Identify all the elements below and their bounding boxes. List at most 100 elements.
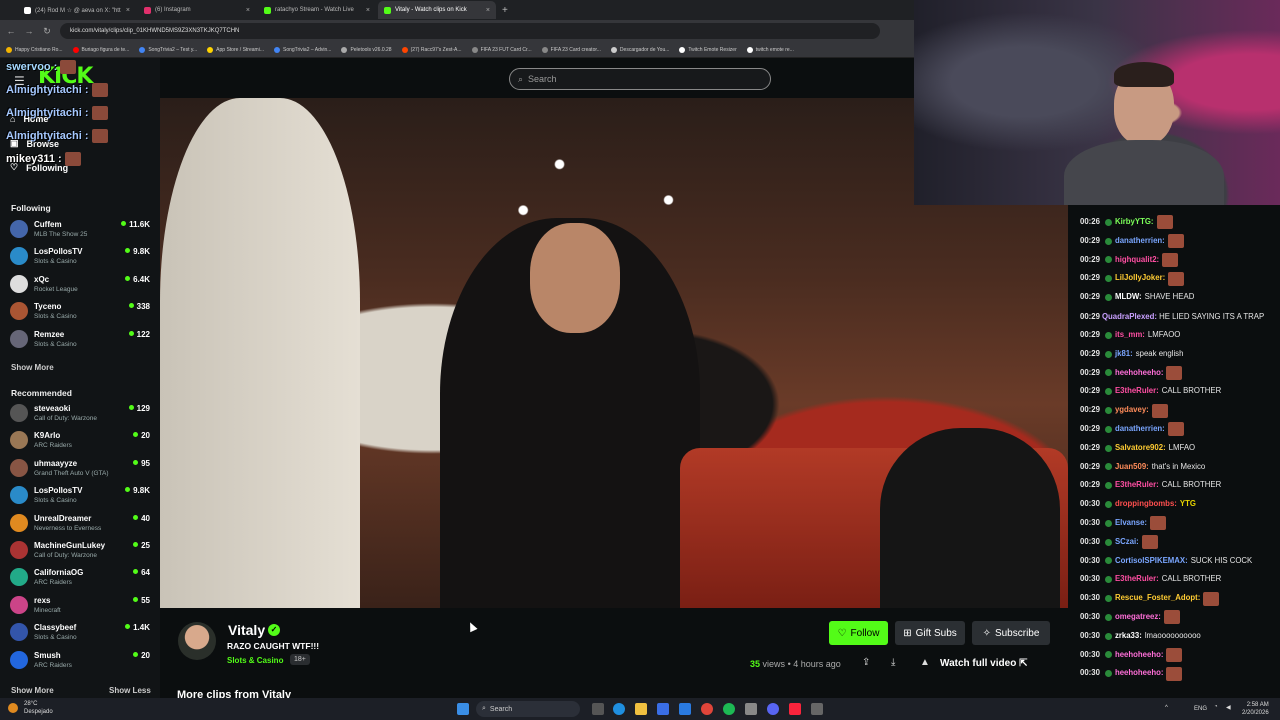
app-icon[interactable]: [745, 703, 757, 715]
tray-chevron-icon[interactable]: ^: [1165, 705, 1168, 711]
gift-subs-button[interactable]: ⊞ Gift Subs: [895, 621, 965, 645]
chat-username[interactable]: zrka33:: [1115, 627, 1142, 646]
sidebar-channel[interactable]: Classybeef Slots & Casino 1.4K: [10, 619, 150, 645]
discord-icon[interactable]: [767, 703, 779, 715]
new-tab-button[interactable]: +: [502, 5, 508, 16]
chat-username[interactable]: heehoheeho:: [1115, 646, 1164, 665]
search-input[interactable]: ⌕ Search: [509, 68, 771, 90]
spotify-icon[interactable]: [723, 703, 735, 715]
bookmark-item[interactable]: Twitch Emote Resizer: [679, 46, 737, 53]
edge-icon[interactable]: [613, 703, 625, 715]
bookmark-item[interactable]: App Store / Streami...: [207, 46, 264, 53]
close-icon[interactable]: ×: [246, 7, 250, 14]
show-more-following[interactable]: Show More: [11, 363, 54, 372]
music-icon[interactable]: [789, 703, 801, 715]
chat-username[interactable]: Juan509:: [1115, 458, 1149, 477]
chat-username[interactable]: MLDW:: [1115, 288, 1142, 307]
sidebar-channel[interactable]: K9Arlo ARC Raiders 20: [10, 427, 150, 453]
bookmark-item[interactable]: Peletools v26.0.28: [341, 46, 392, 53]
bookmark-item[interactable]: (27) Racc97's Zest-A...: [401, 46, 462, 53]
chat-username[interactable]: danatherrien:: [1115, 420, 1165, 439]
sidebar-channel[interactable]: UnrealDreamer Neverness to Everness 40: [10, 510, 150, 536]
bookmark-item[interactable]: Descargador de You...: [610, 46, 669, 53]
bookmark-item[interactable]: Buriago figura de te...: [72, 46, 129, 53]
sidebar-channel[interactable]: MachineGunLukey Call of Duty: Warzone 25: [10, 537, 150, 563]
bookmark-item[interactable]: SongTrivia2 – Advin...: [273, 46, 331, 53]
sidebar-channel[interactable]: rexs Minecraft 55: [10, 592, 150, 618]
chat-username[interactable]: Rescue_Foster_Adopt:: [1115, 589, 1200, 608]
file-explorer-icon[interactable]: [635, 703, 647, 715]
forward-icon[interactable]: →: [24, 26, 34, 36]
sidebar-channel[interactable]: steveaoki Call of Duty: Warzone 129: [10, 400, 150, 426]
chat-username[interactable]: danatherrien:: [1115, 232, 1165, 251]
sidebar-channel[interactable]: Smush ARC Raiders 20: [10, 647, 150, 673]
chat-username[interactable]: Salvatore902:: [1115, 439, 1166, 458]
chat-username[interactable]: heehoheeho:: [1115, 664, 1164, 683]
browser-tab[interactable]: (6) Instagram ×: [138, 1, 256, 19]
bookmark-item[interactable]: twitch emote re...: [746, 46, 794, 53]
chat-username[interactable]: its_mm:: [1115, 326, 1145, 345]
sidebar-channel[interactable]: LosPollosTV Slots & Casino 9.8K: [10, 482, 150, 508]
report-icon[interactable]: ▲: [920, 657, 930, 668]
volume-icon[interactable]: ◀: [1226, 704, 1231, 711]
chat-username[interactable]: heehoheeho:: [1115, 364, 1164, 383]
chat-username[interactable]: E3theRuler:: [1115, 476, 1159, 495]
taskbar-search[interactable]: ⌕ Search: [476, 701, 580, 717]
chat-username[interactable]: CortisolSPIKEMAX:: [1115, 552, 1188, 571]
chat-username[interactable]: droppingbombs:: [1115, 495, 1177, 514]
clock[interactable]: 2:58 AM 2/20/2026: [1242, 701, 1269, 717]
browser-tab[interactable]: Vitaly - Watch clips on Kick ×: [378, 1, 496, 19]
chat-username[interactable]: LilJollyJoker:: [1115, 269, 1165, 288]
bookmark-item[interactable]: FIFA 23 Card creator...: [541, 46, 601, 53]
chat-username[interactable]: E3theRuler:: [1115, 570, 1159, 589]
watch-full-video-link[interactable]: Watch full video ⇱: [940, 658, 1027, 669]
chat-username[interactable]: jk81:: [1115, 345, 1133, 364]
app2-icon[interactable]: [811, 703, 823, 715]
subscribe-button[interactable]: ✧ Subscribe: [972, 621, 1050, 645]
chat-timestamp: 00:30: [1080, 649, 1100, 659]
sidebar-channel[interactable]: Cuffem MLB The Show 25 11.6K: [10, 216, 150, 242]
share-icon[interactable]: ⇪: [862, 657, 870, 668]
download-icon[interactable]: ⤓: [891, 657, 895, 668]
store-icon[interactable]: [657, 703, 669, 715]
weather-icon[interactable]: [8, 703, 18, 713]
sidebar-channel[interactable]: uhmaayyze Grand Theft Auto V (GTA) 95: [10, 455, 150, 481]
wifi-icon[interactable]: ◔: [1214, 704, 1218, 710]
chat-username[interactable]: omegatreez:: [1115, 608, 1161, 627]
chrome-icon[interactable]: [701, 703, 713, 715]
show-less-recommended[interactable]: Show Less: [109, 686, 151, 695]
close-icon[interactable]: ×: [126, 7, 130, 14]
back-icon[interactable]: ←: [6, 26, 16, 36]
weather-widget[interactable]: 28°C Despejado: [24, 700, 53, 716]
bookmark-item[interactable]: SongTrivia2 – Test y...: [139, 46, 197, 53]
reload-icon[interactable]: ↻: [42, 26, 52, 37]
browser-tab[interactable]: (24) Rod M ☆ @ aeva on X: "htt ×: [18, 1, 136, 19]
chat-username[interactable]: SCzai:: [1115, 533, 1139, 552]
address-input[interactable]: kick.com/vitaly/clips/clip_01KHWND5MS9Z3…: [60, 23, 880, 39]
chat-username[interactable]: highqualit2:: [1115, 251, 1159, 270]
browser-tab[interactable]: ratachyo Stream - Watch Live ×: [258, 1, 376, 19]
chat-username[interactable]: QuadraPlexed:: [1102, 312, 1157, 321]
close-icon[interactable]: ×: [366, 7, 370, 14]
streamer-avatar[interactable]: [178, 622, 216, 660]
bookmark-item[interactable]: FIFA 23 FUT Card Cr...: [471, 46, 532, 53]
sidebar-channel[interactable]: Tyceno Slots & Casino 338: [10, 298, 150, 324]
sidebar-channel[interactable]: LosPollosTV Slots & Casino 9.8K: [10, 243, 150, 269]
chat-username[interactable]: E3theRuler:: [1115, 382, 1159, 401]
chat-username[interactable]: Elvanse:: [1115, 514, 1147, 533]
chat-username[interactable]: ygdavey:: [1115, 401, 1149, 420]
streamer-name[interactable]: Vitaly: [228, 622, 265, 638]
show-more-recommended[interactable]: Show More: [11, 686, 54, 695]
bookmark-item[interactable]: Happy Cristiano Ro...: [6, 46, 63, 53]
mail-icon[interactable]: [679, 703, 691, 715]
sidebar-channel[interactable]: xQc Rocket League 6.4K: [10, 271, 150, 297]
close-icon[interactable]: ×: [486, 7, 490, 14]
sidebar-channel[interactable]: Remzee Slots & Casino 122: [10, 326, 150, 352]
language-indicator[interactable]: ENG: [1194, 706, 1207, 712]
start-icon[interactable]: [457, 703, 469, 715]
follow-button[interactable]: ♡ Follow: [829, 621, 888, 645]
chat-username[interactable]: KirbyYTG:: [1115, 213, 1154, 232]
clip-category[interactable]: Slots & Casino: [227, 656, 283, 665]
sidebar-channel[interactable]: CaliforniaOG ARC Raiders 64: [10, 564, 150, 590]
task-view-icon[interactable]: [592, 703, 604, 715]
